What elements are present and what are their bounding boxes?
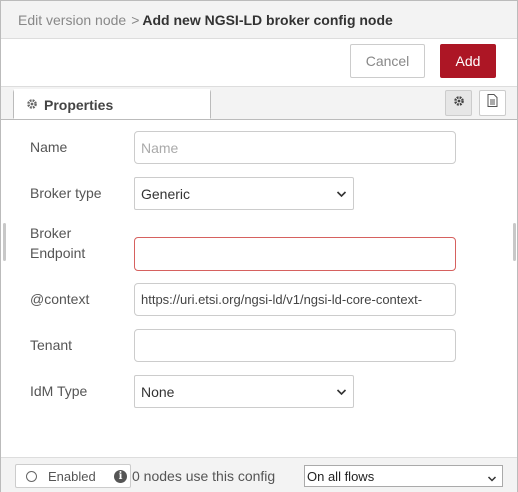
scope-value: On all flows bbox=[307, 468, 375, 484]
broker-type-select[interactable]: Generic bbox=[134, 177, 354, 210]
context-label: @context bbox=[30, 291, 90, 307]
dialog-title: Add new NGSI-LD broker config node bbox=[142, 12, 393, 28]
description-tab-button[interactable] bbox=[479, 90, 506, 116]
broker-endpoint-label-line2: Endpoint bbox=[30, 245, 86, 261]
config-node-dialog: Edit version node > Add new NGSI-LD broker… bbox=[0, 0, 518, 492]
broker-endpoint-input[interactable] bbox=[134, 237, 456, 271]
broker-endpoint-label-line1: Broker bbox=[30, 225, 72, 241]
idm-type-select[interactable]: None bbox=[134, 375, 354, 408]
chevron-down-icon bbox=[336, 385, 347, 401]
breadcrumb-previous[interactable]: Edit version node bbox=[18, 12, 126, 28]
chevron-down-icon bbox=[336, 187, 347, 203]
add-button[interactable]: Add bbox=[440, 44, 496, 78]
settings-tab-button[interactable] bbox=[445, 90, 472, 116]
gear-icon bbox=[453, 94, 465, 112]
tab-properties[interactable]: Properties bbox=[13, 89, 211, 119]
name-input[interactable] bbox=[134, 131, 456, 164]
breadcrumb: Edit version node > Add new NGSI-LD broker… bbox=[18, 12, 393, 28]
left-resize-handle[interactable] bbox=[3, 223, 6, 261]
document-icon bbox=[487, 94, 498, 112]
cancel-button[interactable]: Cancel bbox=[350, 44, 425, 78]
context-input[interactable]: https://uri.etsi.org/ngsi-ld/v1/ngsi-ld-… bbox=[134, 283, 456, 316]
gear-icon bbox=[26, 98, 38, 113]
tab-properties-label: Properties bbox=[44, 97, 114, 113]
circle-icon bbox=[26, 470, 37, 482]
info-icon: i bbox=[114, 469, 127, 483]
tenant-label: Tenant bbox=[30, 337, 73, 353]
breadcrumb-separator: > bbox=[131, 12, 140, 28]
idm-type-label: IdM Type bbox=[30, 383, 88, 399]
usage-text: 0 nodes use this config bbox=[132, 468, 276, 484]
chevron-down-icon bbox=[487, 472, 497, 487]
enabled-label: Enabled bbox=[48, 468, 96, 484]
usage-info: i 0 nodes use this config bbox=[114, 468, 275, 484]
dialog-header: Edit version node > Add new NGSI-LD broker… bbox=[1, 1, 517, 39]
name-label: Name bbox=[30, 139, 68, 155]
tab-strip: Properties bbox=[1, 87, 517, 120]
dialog-footer: Enabled i 0 nodes use this config On all… bbox=[1, 457, 517, 492]
broker-type-label: Broker type bbox=[30, 185, 102, 201]
scope-select[interactable]: On all flows bbox=[304, 465, 503, 487]
dialog-button-bar: Cancel Add bbox=[1, 39, 517, 87]
broker-type-value: Generic bbox=[141, 185, 191, 202]
idm-type-value: None bbox=[141, 383, 175, 400]
tenant-input[interactable] bbox=[134, 329, 456, 362]
right-resize-handle[interactable] bbox=[513, 223, 516, 261]
